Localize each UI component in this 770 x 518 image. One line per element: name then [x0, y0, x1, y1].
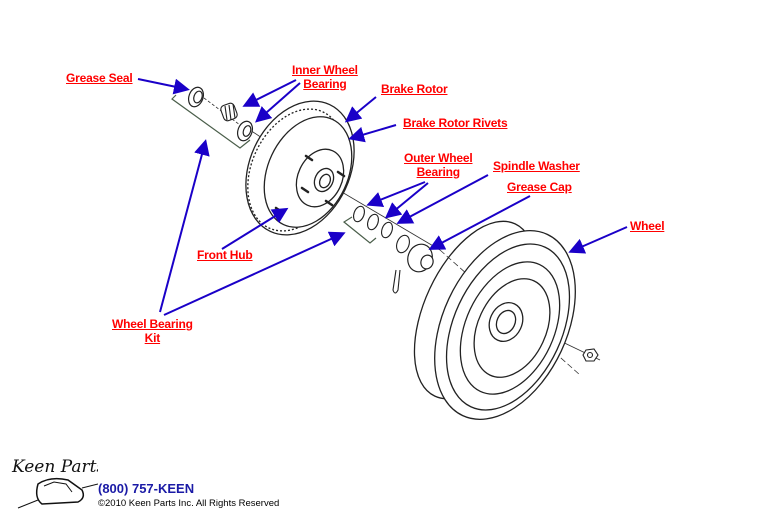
- label-outer-wheel-bearing-line2: Bearing: [416, 165, 460, 179]
- label-grease-cap[interactable]: Grease Cap: [507, 180, 572, 194]
- label-brake-rotor[interactable]: Brake Rotor: [381, 82, 448, 96]
- wheel-part[interactable]: [390, 203, 604, 442]
- brake-rotor-part[interactable]: [225, 83, 375, 252]
- lug-nut-part[interactable]: [582, 348, 599, 362]
- arrow-grease-seal: [137, 78, 190, 95]
- inner-kit-bracket: [171, 94, 251, 149]
- arrow-kit-2: [163, 231, 346, 316]
- arrow-brake-rotor: [344, 96, 377, 123]
- label-outer-wheel-bearing[interactable]: Outer Wheel Bearing: [404, 151, 473, 179]
- inner-bearing-race-part[interactable]: [235, 119, 255, 143]
- arrow-brake-rotor-rivets: [348, 124, 397, 143]
- label-inner-wheel-bearing-line1: Inner Wheel: [292, 63, 358, 77]
- logo-script-text: Keen Parts: [11, 457, 98, 477]
- arrow-wheel: [568, 226, 628, 254]
- label-wheel-bearing-kit-line2: Kit: [144, 331, 161, 345]
- arrow-kit-1: [159, 139, 210, 313]
- grease-seal-part[interactable]: [186, 85, 206, 109]
- keen-parts-logo: Keen Parts: [11, 457, 98, 509]
- phone-number[interactable]: (800) 757-KEEN: [98, 481, 194, 496]
- arrow-spindle-washer: [396, 174, 489, 224]
- label-front-hub[interactable]: Front Hub: [197, 248, 253, 262]
- label-spindle-washer[interactable]: Spindle Washer: [493, 159, 580, 173]
- car-icon: [35, 477, 85, 505]
- copyright-text: ©2010 Keen Parts Inc. All Rights Reserve…: [98, 498, 280, 509]
- inner-bearing-roller-part[interactable]: [220, 102, 239, 122]
- label-wheel-bearing-kit[interactable]: Wheel Bearing Kit: [112, 317, 193, 345]
- label-outer-wheel-bearing-line1: Outer Wheel: [404, 151, 473, 165]
- label-brake-rotor-rivets[interactable]: Brake Rotor Rivets: [403, 116, 508, 130]
- cotter-pin-part[interactable]: [392, 269, 401, 294]
- label-wheel[interactable]: Wheel: [630, 219, 665, 233]
- label-inner-wheel-bearing[interactable]: Inner Wheel Bearing: [292, 63, 358, 91]
- label-wheel-bearing-kit-line1: Wheel Bearing: [112, 317, 193, 331]
- label-inner-wheel-bearing-line2: Bearing: [303, 77, 347, 91]
- spindle-nut-part[interactable]: [394, 233, 411, 254]
- label-grease-seal[interactable]: Grease Seal: [66, 71, 133, 85]
